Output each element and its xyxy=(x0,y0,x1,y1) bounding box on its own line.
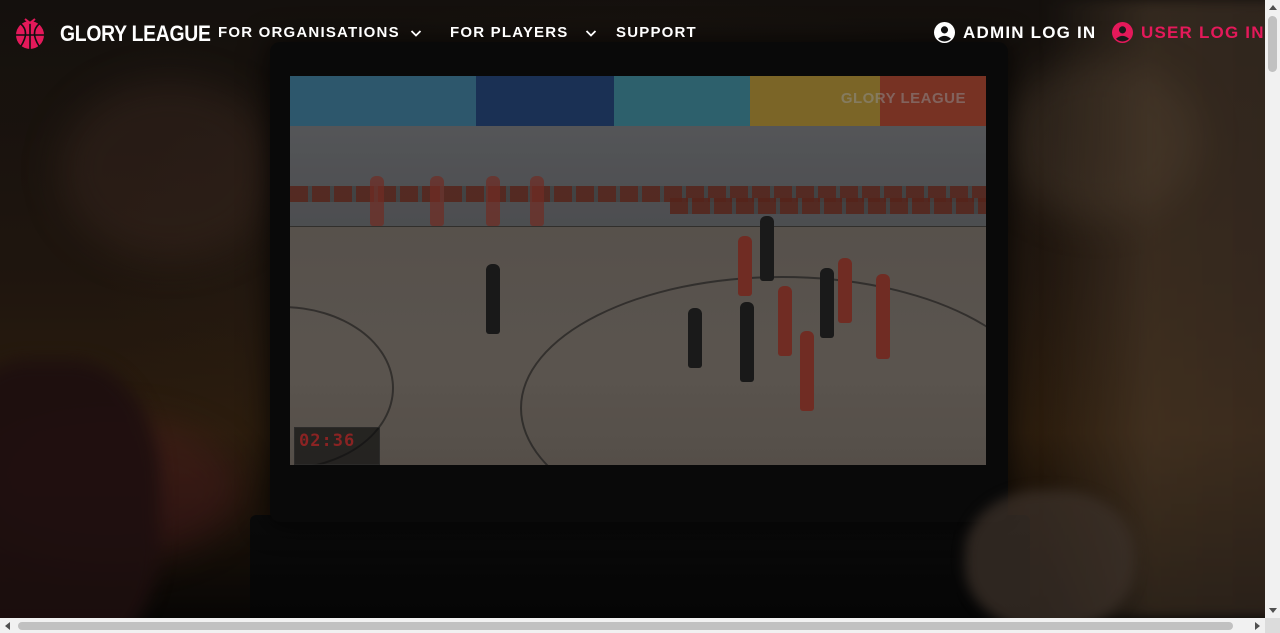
user-login-link[interactable]: USER LOG IN xyxy=(1112,22,1265,43)
user-circle-icon xyxy=(934,22,955,43)
hero-background-image: GLORY LEAGUE 02:36 xyxy=(0,0,1265,618)
brand-logo[interactable]: GLORY LEAGUE xyxy=(14,18,231,50)
user-circle-icon xyxy=(1112,22,1133,43)
vertical-scroll-thumb[interactable] xyxy=(1268,16,1277,72)
brand-name: GLORY LEAGUE xyxy=(60,21,211,46)
horizontal-scrollbar[interactable] xyxy=(0,618,1265,633)
nav-support-label: SUPPORT xyxy=(616,24,697,41)
scroll-up-arrow-icon[interactable] xyxy=(1269,5,1277,10)
scroll-left-arrow-icon[interactable] xyxy=(5,622,10,630)
chevron-down-icon xyxy=(410,29,421,37)
nav-for-players-label: FOR PLAYERS xyxy=(450,24,569,41)
scroll-down-arrow-icon[interactable] xyxy=(1269,608,1277,613)
user-login-label: USER LOG IN xyxy=(1141,22,1265,42)
vertical-scrollbar[interactable] xyxy=(1265,0,1280,618)
nav-for-organisations-label: FOR ORGANISATIONS xyxy=(218,24,400,41)
page: GLORY LEAGUE 02:36 GLORY LEAGUE FOR ORGA… xyxy=(0,0,1280,633)
admin-login-link[interactable]: ADMIN LOG IN xyxy=(934,22,1096,43)
scrollbar-corner xyxy=(1265,618,1280,633)
basketball-logo-icon xyxy=(16,18,44,49)
admin-login-label: ADMIN LOG IN xyxy=(963,22,1097,42)
top-navbar: GLORY LEAGUE FOR ORGANISATIONS FOR PLAYE… xyxy=(0,0,1265,70)
horizontal-scroll-thumb[interactable] xyxy=(18,622,1233,630)
nav-for-organisations[interactable]: FOR ORGANISATIONS xyxy=(218,24,422,41)
nav-support[interactable]: SUPPORT xyxy=(616,24,697,41)
scroll-right-arrow-icon[interactable] xyxy=(1255,622,1260,630)
chevron-down-icon xyxy=(585,29,596,37)
nav-for-players[interactable]: FOR PLAYERS xyxy=(450,24,597,41)
